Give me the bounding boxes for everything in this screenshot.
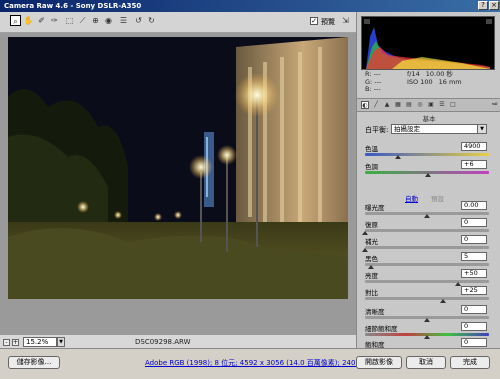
preview-checkbox[interactable]: ✓: [310, 17, 318, 25]
retouch-tool-icon[interactable]: ⊕: [90, 15, 101, 26]
contrast-thumb[interactable]: [440, 299, 446, 303]
white-balance-select[interactable]: 拍攝設定 ▼: [391, 124, 487, 134]
open-image-button[interactable]: 開啟影像: [356, 356, 402, 369]
clarity-label: 清晰度: [365, 308, 385, 316]
recovery-slider[interactable]: [365, 229, 489, 232]
tone-curve-tab-icon[interactable]: ╱: [372, 101, 380, 109]
highlight-clipping-icon[interactable]: [486, 19, 492, 24]
cancel-button[interactable]: 取消: [406, 356, 446, 369]
workflow-options-link[interactable]: Adobe RGB (1998); 8 位元; 4592 x 3056 (14.…: [145, 358, 369, 368]
clarity-thumb[interactable]: [424, 318, 430, 322]
panel-tabs: ◐ ╱ ▲ ▦ ▤ ◎ ▣ ☰ □ ⇨: [357, 98, 500, 112]
title-bar: Camera Raw 4.6 - Sony DSLR-A350 ? ×: [0, 0, 500, 12]
auto-link[interactable]: 自動: [405, 193, 418, 203]
brightness-field[interactable]: +50: [461, 269, 487, 278]
fill-light-field[interactable]: 0: [461, 235, 487, 244]
white-balance-value: 拍攝設定: [394, 125, 420, 133]
contrast-label: 對比: [365, 289, 378, 297]
basic-tab-icon[interactable]: ◐: [361, 101, 369, 109]
crop-tool-icon[interactable]: ⬚: [64, 15, 75, 26]
temperature-thumb[interactable]: [395, 155, 401, 159]
zoom-level-field[interactable]: 15.2%: [23, 337, 57, 347]
color-sampler-tool-icon[interactable]: ✑: [49, 15, 60, 26]
iso: ISO 100: [407, 77, 433, 86]
saturation-field[interactable]: 0: [461, 338, 487, 347]
close-button[interactable]: ×: [489, 1, 499, 10]
night-street-photo: [8, 37, 348, 299]
brightness-slider[interactable]: [365, 280, 489, 283]
hsl-tab-icon[interactable]: ▦: [394, 101, 402, 109]
detail-tab-icon[interactable]: ▲: [383, 101, 391, 109]
red-eye-tool-icon[interactable]: ◉: [103, 15, 114, 26]
blacks-field[interactable]: 5: [461, 252, 487, 261]
camera-calibration-tab-icon[interactable]: ▣: [427, 101, 435, 109]
white-balance-tool-icon[interactable]: ✐: [36, 15, 47, 26]
temperature-field[interactable]: 4900: [461, 142, 487, 151]
photo-preview[interactable]: [8, 37, 348, 299]
lens-tab-icon[interactable]: ◎: [416, 101, 424, 109]
zoom-dropdown-icon[interactable]: ▼: [57, 337, 65, 347]
adjustments-panel: R: --- G: --- B: --- f/14 10.00 秒 ISO 100…: [356, 12, 500, 349]
straighten-tool-icon[interactable]: ⟋: [77, 15, 88, 26]
toolbar: ⌕ ✋ ✐ ✑ ⬚ ⟋ ⊕ ◉ ☰ ↺ ↻ ✓ 預覽 ⇲: [0, 12, 356, 33]
focal-length: 16 mm: [438, 77, 462, 86]
contrast-field[interactable]: +25: [461, 286, 487, 295]
histogram: [361, 16, 495, 70]
exposure-field[interactable]: 0.00: [461, 201, 487, 210]
clarity-field[interactable]: 0: [461, 305, 487, 314]
save-image-button[interactable]: 儲存影像...: [8, 356, 60, 369]
vibrance-label: 細節飽和度: [365, 325, 398, 333]
vibrance-thumb[interactable]: [424, 335, 430, 339]
contrast-slider[interactable]: [365, 297, 489, 300]
fill-light-slider[interactable]: [365, 246, 489, 249]
blacks-slider[interactable]: [365, 263, 489, 266]
hand-tool-icon[interactable]: ✋: [23, 15, 34, 26]
rotate-cw-icon[interactable]: ↻: [146, 15, 157, 26]
panel-menu-icon[interactable]: ⇨: [492, 100, 498, 108]
zoom-out-button[interactable]: -: [3, 339, 10, 346]
help-button[interactable]: ?: [478, 1, 488, 10]
temperature-slider[interactable]: [365, 153, 489, 156]
readout-b: B: ---: [365, 85, 381, 93]
fill-light-thumb[interactable]: [362, 248, 368, 252]
blacks-thumb[interactable]: [368, 265, 374, 269]
zoom-in-button[interactable]: +: [12, 339, 19, 346]
split-toning-tab-icon[interactable]: ▤: [405, 101, 413, 109]
dropdown-arrow-icon: ▼: [477, 125, 486, 133]
fullscreen-icon[interactable]: ⇲: [340, 15, 351, 26]
exposure-thumb[interactable]: [424, 214, 430, 218]
filename-label: DSC09298.ARW: [135, 338, 191, 346]
rgb-readout: R: --- G: --- B: ---: [365, 70, 381, 94]
tint-field[interactable]: +6: [461, 160, 487, 169]
blacks-label: 黑色: [365, 255, 378, 263]
tint-thumb[interactable]: [425, 173, 431, 177]
shadow-clipping-icon[interactable]: [364, 19, 370, 24]
white-balance-label: 白平衡:: [365, 126, 389, 134]
preview-label: 預覽: [321, 18, 335, 26]
section-title: 基本: [422, 115, 436, 123]
histogram-graph: [366, 27, 490, 69]
exposure-label: 曝光度: [365, 204, 385, 212]
snapshots-tab-icon[interactable]: □: [449, 101, 457, 109]
preferences-icon[interactable]: ☰: [118, 15, 129, 26]
brightness-label: 亮度: [365, 272, 378, 280]
window-title: Camera Raw 4.6 - Sony DSLR-A350: [4, 2, 142, 10]
fill-light-label: 補光: [365, 238, 378, 246]
tint-label: 色調: [365, 163, 378, 171]
default-link[interactable]: 預設: [431, 193, 444, 203]
recovery-field[interactable]: 0: [461, 218, 487, 227]
presets-tab-icon[interactable]: ☰: [438, 101, 446, 109]
recovery-label: 復原: [365, 221, 378, 229]
recovery-thumb[interactable]: [362, 231, 368, 235]
zoom-tool-icon[interactable]: ⌕: [10, 15, 21, 26]
done-button[interactable]: 完成: [450, 356, 490, 369]
temperature-label: 色溫: [365, 145, 378, 153]
vibrance-field[interactable]: 0: [461, 322, 487, 331]
rotate-ccw-icon[interactable]: ↺: [133, 15, 144, 26]
exif-readout: f/14 10.00 秒 ISO 100 16 mm: [407, 70, 462, 86]
